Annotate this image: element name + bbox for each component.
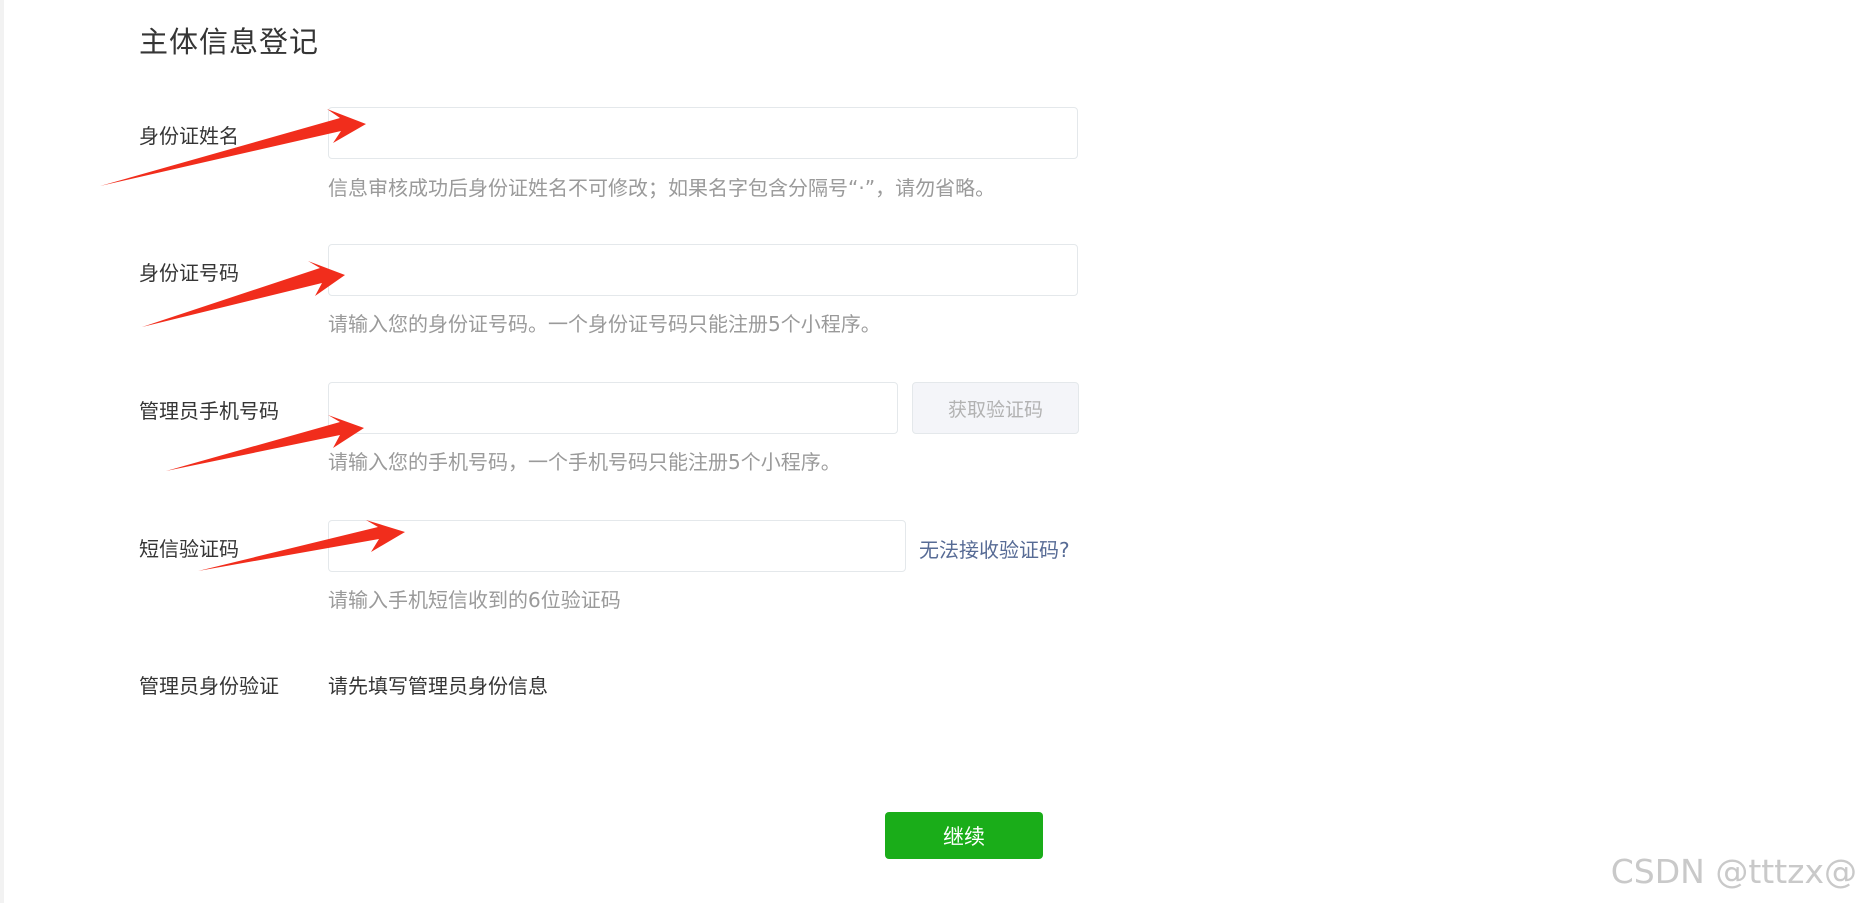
sms-code-label: 短信验证码 [139, 537, 239, 561]
admin-verify-status: 请先填写管理员身份信息 [328, 674, 548, 698]
sms-code-hint: 请输入手机短信收到的6位验证码 [328, 588, 621, 612]
id-name-input[interactable] [328, 107, 1078, 159]
csdn-watermark: CSDN @tttzx@ [1610, 852, 1857, 891]
admin-verify-label: 管理员身份验证 [139, 674, 279, 698]
admin-phone-label: 管理员手机号码 [139, 399, 279, 423]
sms-code-input[interactable] [328, 520, 906, 572]
id-number-input[interactable] [328, 244, 1078, 296]
get-verification-code-button[interactable]: 获取验证码 [912, 382, 1079, 434]
id-name-hint: 信息审核成功后身份证姓名不可修改；如果名字包含分隔号“·”，请勿省略。 [328, 176, 996, 200]
id-number-hint: 请输入您的身份证号码。一个身份证号码只能注册5个小程序。 [328, 312, 881, 336]
admin-phone-hint: 请输入您的手机号码，一个手机号码只能注册5个小程序。 [328, 450, 841, 474]
registration-page: 主体信息登记 身份证姓名 信息审核成功后身份证姓名不可修改；如果名字包含分隔号“… [0, 0, 1863, 903]
id-number-label: 身份证号码 [139, 261, 239, 285]
id-name-label: 身份证姓名 [139, 124, 239, 148]
left-edge-divider [0, 0, 4, 903]
admin-phone-input[interactable] [328, 382, 898, 434]
continue-button[interactable]: 继续 [885, 812, 1043, 859]
page-title: 主体信息登记 [139, 25, 320, 59]
cannot-receive-code-link[interactable]: 无法接收验证码? [919, 534, 1070, 563]
